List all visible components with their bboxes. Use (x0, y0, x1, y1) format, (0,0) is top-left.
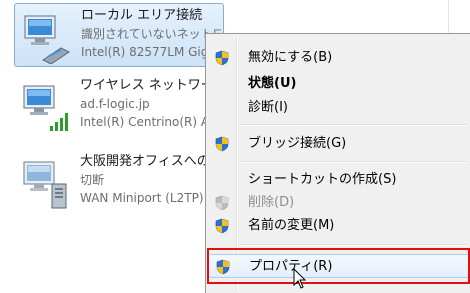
wireless-adapter-icon (23, 85, 68, 131)
menu-item-status[interactable]: 状態(U) (208, 72, 469, 96)
menu-item-label: ブリッジ接続(G) (248, 136, 347, 151)
menu-item-rename[interactable]: 名前の変更(M) (208, 214, 469, 238)
vpn-connection-icon (23, 161, 67, 209)
menu-item-delete[interactable]: 削除(D) (208, 191, 469, 215)
uac-shield-icon (215, 136, 229, 152)
menu-item-label: 削除(D) (248, 195, 295, 210)
highlight-box (207, 248, 470, 284)
menu-item-bridge[interactable]: ブリッジ接続(G) (208, 132, 469, 156)
uac-shield-icon (215, 50, 229, 66)
menu-item-label: 状態(U) (248, 76, 297, 91)
network-adapter-icon (24, 15, 70, 64)
menu-item-label: 診断(I) (248, 100, 288, 115)
connection-name: ローカル エリア接続 (81, 8, 203, 23)
uac-shield-icon (215, 195, 229, 211)
menu-separator (240, 161, 467, 163)
connection-name: 大阪開発オフィスへの接続 (80, 154, 222, 169)
menu-item-label: ショートカットの作成(S) (248, 172, 397, 187)
column-divider (448, 0, 449, 34)
connection-device: WAN Miniport (L2TP) (80, 191, 204, 205)
menu-item-disable[interactable]: 無効にする(B) (208, 46, 469, 70)
mouse-cursor-icon (293, 268, 307, 289)
menu-item-label: 名前の変更(M) (248, 218, 335, 233)
connection-device: Intel(R) Centrino(R) Advanced-N 6200 AGN (80, 115, 222, 129)
uac-shield-icon (215, 218, 229, 234)
connection-item-local-area[interactable]: ローカル エリア接続 識別されていないネットワーク Intel(R) 82577… (14, 3, 224, 67)
menu-item-create-shortcut[interactable]: ショートカットの作成(S) (208, 168, 469, 192)
connection-item-vpn[interactable]: 大阪開発オフィスへの接続 切断 WAN Miniport (L2TP) (14, 150, 224, 214)
menu-item-diagnose[interactable]: 診断(I) (208, 96, 469, 120)
connection-status: 切断 (80, 173, 105, 187)
menu-separator (240, 124, 467, 126)
connection-device: Intel(R) 82577LM Gigabit Network Connect… (81, 45, 221, 59)
menu-separator (240, 244, 467, 246)
connection-status: 識別されていないネットワーク (81, 27, 221, 41)
menu-item-label: 無効にする(B) (248, 50, 333, 65)
connection-status: ad.f-logic.jp (80, 97, 150, 111)
connection-item-wireless[interactable]: ワイヤレス ネットワーク接続 ad.f-logic.jp Intel(R) Ce… (14, 74, 224, 138)
connection-name: ワイヤレス ネットワーク接続 (80, 78, 222, 93)
